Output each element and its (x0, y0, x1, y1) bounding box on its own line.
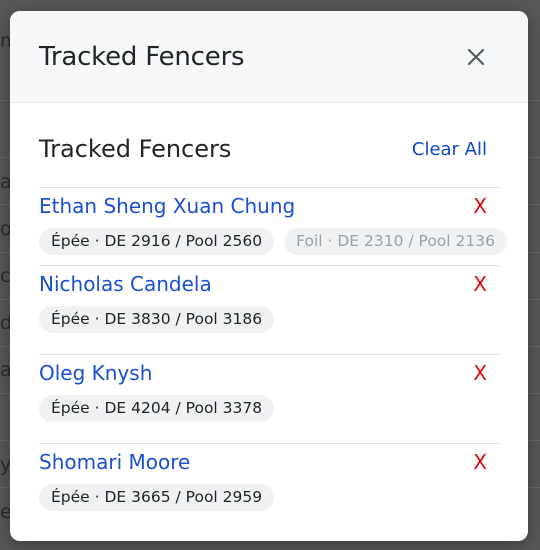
remove-fencer-button[interactable]: X (473, 361, 487, 385)
rank-badge: Épée · DE 3830 / Pool 3186 (39, 306, 275, 333)
fencer-badges: Épée · DE 2916 / Pool 2560 Foil · DE 231… (39, 228, 507, 255)
rank-badge: Épée · DE 2916 / Pool 2560 (39, 228, 275, 255)
remove-fencer-button[interactable]: X (473, 272, 487, 296)
modal-header: Tracked Fencers (10, 11, 528, 103)
remove-fencer-button[interactable]: X (473, 450, 487, 474)
rank-badge: Épée · DE 3665 / Pool 2959 (39, 484, 275, 511)
fencer-badges: Épée · DE 4204 / Pool 3378 (39, 395, 275, 422)
list-title: Tracked Fencers (39, 135, 232, 163)
clear-all-button[interactable]: Clear All (412, 139, 487, 160)
fencer-badges: Épée · DE 3830 / Pool 3186 (39, 306, 275, 333)
close-icon (467, 48, 485, 65)
tracked-fencers-modal: Tracked Fencers Tracked Fencers Clear Al… (10, 11, 528, 541)
remove-fencer-button[interactable]: X (473, 194, 487, 218)
modal-body: Tracked Fencers Clear All Ethan Sheng Xu… (10, 103, 528, 532)
fencer-name-link[interactable]: Oleg Knysh (39, 361, 152, 385)
fencer-item: Oleg Knysh X Épée · DE 4204 / Pool 3378 (39, 354, 500, 443)
fencer-name-link[interactable]: Shomari Moore (39, 450, 190, 474)
background-text: c (0, 265, 11, 287)
fencer-badges: Épée · DE 3665 / Pool 2959 (39, 484, 275, 511)
list-header: Tracked Fencers Clear All (39, 103, 500, 187)
fencer-item: Nicholas Candela X Épée · DE 3830 / Pool… (39, 265, 500, 354)
fencer-list: Ethan Sheng Xuan Chung X Épée · DE 2916 … (39, 187, 507, 532)
close-button[interactable] (464, 45, 488, 69)
rank-badge: Foil · DE 2310 / Pool 2136 (284, 228, 507, 255)
fencer-item: Shomari Moore X Épée · DE 3665 / Pool 29… (39, 443, 500, 532)
fencer-name-link[interactable]: Nicholas Candela (39, 272, 212, 296)
modal-title: Tracked Fencers (39, 41, 245, 72)
fencer-name-link[interactable]: Ethan Sheng Xuan Chung (39, 194, 295, 218)
rank-badge: Épée · DE 4204 / Pool 3378 (39, 395, 275, 422)
fencer-item: Ethan Sheng Xuan Chung X Épée · DE 2916 … (39, 187, 507, 265)
